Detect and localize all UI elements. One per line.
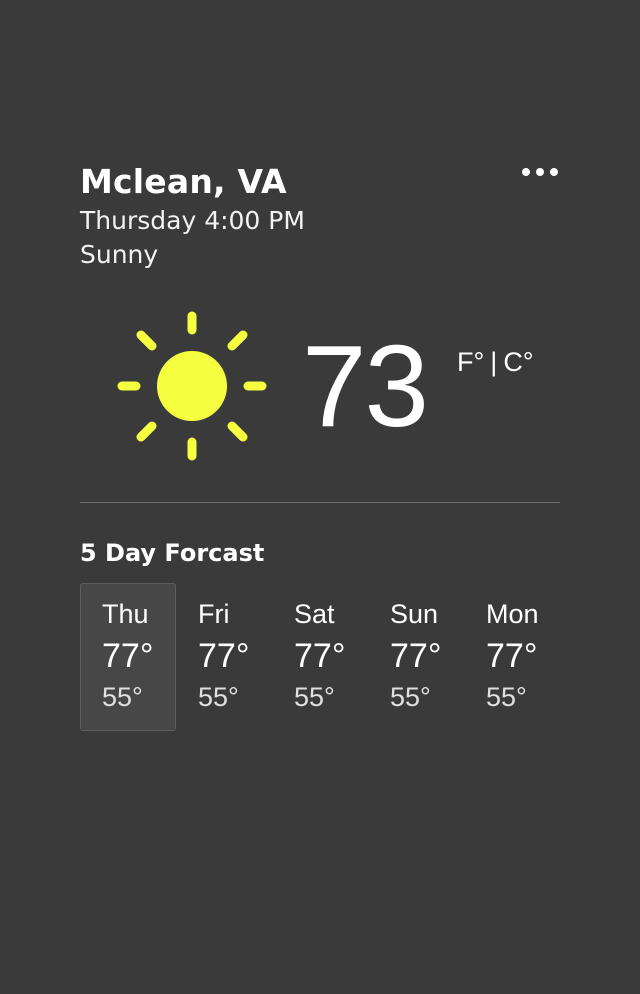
day-high-temp: 77° — [198, 637, 250, 675]
forecast-day-sun[interactable]: Sun 77° 55° — [368, 583, 464, 731]
forecast-day-mon[interactable]: Mon 77° 55° — [464, 583, 560, 731]
day-name: Mon — [486, 599, 539, 629]
more-dots-icon — [536, 168, 544, 176]
day-high-temp: 77° — [294, 637, 346, 675]
location-name: Mclean, VA — [80, 162, 287, 201]
day-low-temp: 55° — [390, 682, 431, 712]
date-time: Thursday 4:00 PM — [80, 206, 305, 235]
section-divider — [80, 502, 560, 503]
day-low-temp: 55° — [102, 682, 143, 712]
day-low-temp: 55° — [294, 682, 335, 712]
day-high-temp: 77° — [486, 637, 538, 675]
day-low-temp: 55° — [486, 682, 527, 712]
forecast-day-sat[interactable]: Sat 77° 55° — [272, 583, 368, 731]
forecast-day-thu[interactable]: Thu 77° 55° — [80, 583, 176, 731]
current-temperature: 73 — [302, 321, 429, 451]
sun-icon — [112, 306, 272, 466]
location-header: Mclean, VA Thursday 4:00 PM Sunny — [80, 160, 560, 272]
day-name: Thu — [102, 599, 149, 629]
more-options-button[interactable] — [512, 160, 568, 184]
day-name: Sun — [390, 599, 439, 629]
unit-separator: | — [490, 347, 498, 377]
day-high-temp: 77° — [102, 637, 154, 675]
day-low-temp: 55° — [198, 682, 239, 712]
forecast-day-fri[interactable]: Fri 77° 55° — [176, 583, 272, 731]
celsius-toggle[interactable]: C° — [503, 347, 533, 377]
more-dots-icon — [522, 168, 530, 176]
day-name: Fri — [198, 599, 230, 629]
unit-toggle: F° | C° — [457, 346, 534, 378]
forecast-title: 5 Day Forcast — [80, 539, 265, 567]
forecast-list: Thu 77° 55° Fri 77° 55° Sat 77° 55° Sun … — [80, 583, 560, 731]
weather-condition: Sunny — [80, 240, 159, 269]
day-name: Sat — [294, 599, 335, 629]
fahrenheit-toggle[interactable]: F° — [457, 347, 484, 377]
day-high-temp: 77° — [390, 637, 442, 675]
more-dots-icon — [550, 168, 558, 176]
